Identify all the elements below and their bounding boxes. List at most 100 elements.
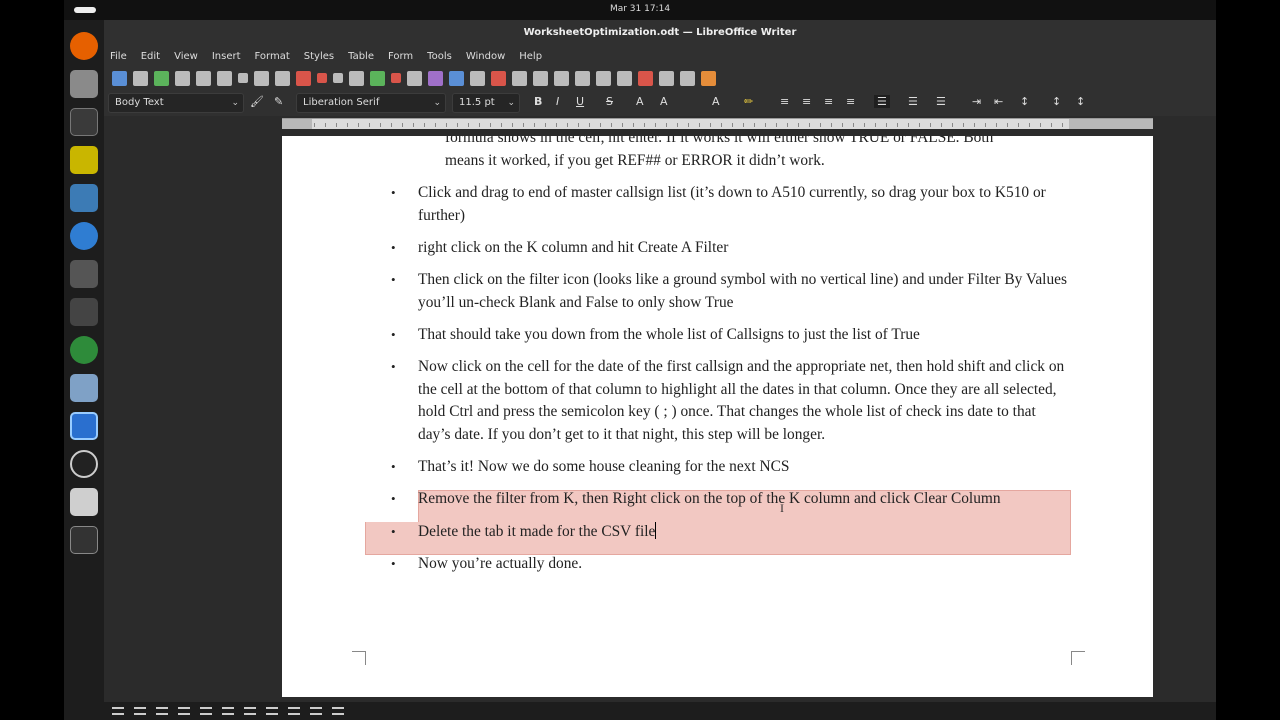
menu-view[interactable]: View [174, 51, 198, 62]
menu-form[interactable]: Form [388, 51, 413, 62]
align-icon[interactable] [288, 707, 300, 715]
app-icon-6[interactable] [70, 526, 98, 554]
italic-icon[interactable]: I [556, 95, 559, 108]
insert-chart-icon[interactable] [449, 70, 464, 86]
insert-field-icon[interactable] [512, 70, 527, 86]
paragraph-style-select[interactable]: Body Text ⌄ [108, 93, 244, 113]
print-preview-icon[interactable] [217, 70, 232, 86]
highlight-color-icon[interactable]: ✏ [744, 95, 753, 108]
update-style-icon[interactable]: 🖌 [250, 95, 264, 108]
new-document-icon[interactable] [112, 70, 127, 86]
list-item-text: Now you’re actually done. [418, 555, 583, 572]
align-icon[interactable] [332, 707, 344, 715]
justify-icon[interactable]: ≡ [846, 95, 855, 108]
menu-tools[interactable]: Tools [427, 51, 452, 62]
increase-indent-icon[interactable]: ⇥ [972, 95, 981, 108]
globe-icon[interactable] [70, 336, 98, 364]
spelling-icon[interactable] [370, 70, 385, 86]
bullet-list-icon[interactable]: ☰ [874, 95, 890, 108]
horizontal-ruler[interactable] [282, 118, 1153, 129]
track-changes-icon[interactable] [617, 70, 632, 86]
font-name-select[interactable]: Liberation Serif ⌄ [296, 93, 446, 113]
header-footer-icon[interactable] [638, 70, 653, 86]
menu-help[interactable]: Help [519, 51, 542, 62]
line-icon[interactable] [659, 70, 674, 86]
insert-page-break-icon[interactable] [491, 70, 506, 86]
draw-icon[interactable] [701, 70, 716, 86]
app-icon-1[interactable] [70, 146, 98, 174]
align-center-icon[interactable]: ≡ [802, 95, 811, 108]
list-item-text: right click on the K column and hit Crea… [418, 239, 729, 256]
cut-icon[interactable] [238, 73, 248, 83]
trash-icon[interactable] [70, 488, 98, 516]
menu-file[interactable]: File [110, 51, 127, 62]
writer-icon[interactable] [70, 412, 98, 440]
align-right-icon[interactable]: ≡ [824, 95, 833, 108]
basic-shapes-icon[interactable] [680, 70, 695, 86]
document-page[interactable]: formula shows in the cell, hit enter. If… [282, 136, 1153, 697]
shadow-icon[interactable]: A [636, 95, 644, 108]
paste-icon[interactable] [275, 70, 290, 86]
align-icon[interactable] [266, 707, 278, 715]
clear-formatting-icon[interactable] [296, 70, 311, 86]
find-replace-icon[interactable] [349, 70, 364, 86]
font-size-select[interactable]: 11.5 pt ⌄ [452, 93, 520, 113]
align-left-icon[interactable]: ≡ [780, 95, 789, 108]
hyperlink-icon[interactable] [554, 70, 569, 86]
align-icon[interactable] [200, 707, 212, 715]
document-area: formula shows in the cell, hit enter. If… [104, 135, 1216, 720]
files-icon[interactable] [70, 70, 98, 98]
open-icon[interactable] [133, 70, 148, 86]
print-icon[interactable] [196, 70, 211, 86]
align-icon[interactable] [244, 707, 256, 715]
line-spacing-icon[interactable]: ↕ [1020, 95, 1029, 108]
redo-icon[interactable] [333, 73, 343, 83]
terminal-icon[interactable] [70, 108, 98, 136]
footnote-icon[interactable] [575, 70, 590, 86]
firefox-icon[interactable] [70, 32, 98, 60]
align-icon[interactable] [310, 707, 322, 715]
strikethrough-icon[interactable]: S [606, 95, 613, 108]
menu-format[interactable]: Format [255, 51, 290, 62]
align-icon[interactable] [222, 707, 234, 715]
align-icon[interactable] [178, 707, 190, 715]
outline-list-icon[interactable]: ☰ [936, 95, 946, 108]
app-icon-4[interactable] [70, 260, 98, 288]
align-icon[interactable] [134, 707, 146, 715]
formatting-toolbar: Body Text ⌄ 🖌 ✎ Liberation Serif ⌄ 11.5 … [104, 90, 1216, 116]
clock[interactable]: Mar 31 17:14 [64, 4, 1216, 14]
insert-table-icon[interactable] [407, 70, 422, 86]
menu-table[interactable]: Table [348, 51, 374, 62]
paragraph-spacing-decrease-icon[interactable]: ↕ [1076, 95, 1085, 108]
menu-insert[interactable]: Insert [212, 51, 241, 62]
menu-window[interactable]: Window [466, 51, 505, 62]
menu-edit[interactable]: Edit [141, 51, 160, 62]
special-character-icon[interactable] [533, 70, 548, 86]
insert-textbox-icon[interactable] [470, 70, 485, 86]
bold-icon[interactable]: B [534, 95, 542, 108]
align-icon[interactable] [112, 707, 124, 715]
list-item: • Then click on the filter icon (looks l… [391, 269, 1070, 314]
paragraph-spacing-icon[interactable]: ↕ [1052, 95, 1061, 108]
comment-icon[interactable] [596, 70, 611, 86]
copy-icon[interactable] [254, 70, 269, 86]
undo-icon[interactable] [317, 73, 327, 83]
image-viewer-icon[interactable] [70, 374, 98, 402]
ruler-right-margin [1069, 119, 1153, 129]
menu-styles[interactable]: Styles [304, 51, 334, 62]
align-icon[interactable] [156, 707, 168, 715]
insert-image-icon[interactable] [428, 70, 443, 86]
save-icon[interactable] [154, 70, 169, 86]
export-pdf-icon[interactable] [175, 70, 190, 86]
new-style-icon[interactable]: ✎ [274, 95, 283, 108]
font-color-icon[interactable]: A [712, 95, 720, 108]
formatting-marks-icon[interactable] [391, 73, 401, 83]
obs-icon[interactable] [70, 450, 98, 478]
underline-icon[interactable]: U [576, 95, 584, 108]
decrease-indent-icon[interactable]: ⇤ [994, 95, 1003, 108]
numbered-list-icon[interactable]: ☰ [908, 95, 918, 108]
app-icon-5[interactable] [70, 298, 98, 326]
app-icon-3[interactable] [70, 222, 98, 250]
outline-icon[interactable]: A [660, 95, 668, 108]
app-icon-2[interactable] [70, 184, 98, 212]
